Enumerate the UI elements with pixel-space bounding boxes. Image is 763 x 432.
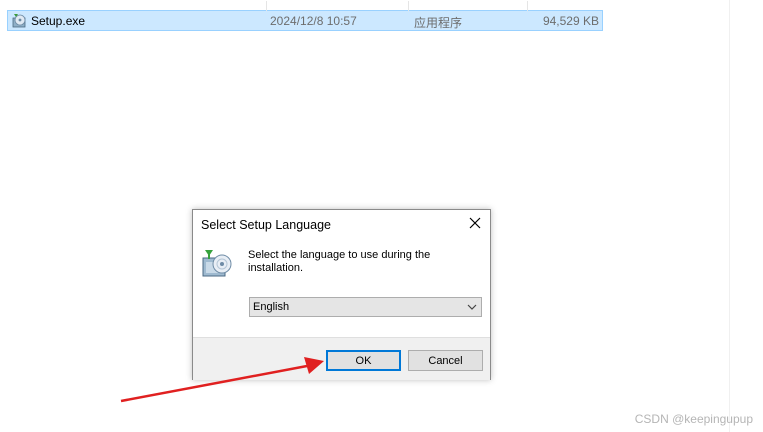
file-row-setup-exe[interactable]: Setup.exe 2024/12/8 10:57 应用程序 94,529 KB	[7, 1, 603, 31]
dialog-prompt: Select the language to use during the in…	[248, 249, 431, 274]
column-divider	[266, 1, 267, 11]
select-language-dialog: Select Setup Language Select the languag…	[192, 209, 491, 380]
file-size: 94,529 KB	[542, 14, 599, 28]
column-divider	[408, 1, 409, 11]
file-date: 2024/12/8 10:57	[270, 14, 357, 28]
dialog-footer: OK Cancel	[193, 337, 490, 380]
cancel-button[interactable]: Cancel	[408, 350, 483, 371]
language-select[interactable]: English	[249, 297, 482, 317]
watermark: CSDN @keepingupup	[634, 412, 753, 426]
cancel-button-label: Cancel	[428, 354, 463, 367]
chevron-down-icon	[467, 304, 477, 310]
setup-installer-icon	[202, 250, 232, 277]
language-select-value: English	[253, 301, 290, 313]
pane-edge	[729, 0, 730, 432]
dialog-title: Select Setup Language	[201, 218, 331, 232]
close-icon	[469, 217, 481, 229]
ok-button[interactable]: OK	[326, 350, 401, 371]
file-name: Setup.exe	[31, 14, 86, 28]
column-divider	[527, 1, 528, 11]
ok-button-label: OK	[355, 354, 372, 367]
close-button[interactable]	[462, 212, 488, 234]
installer-icon	[12, 14, 26, 28]
file-type: 应用程序	[414, 16, 463, 30]
